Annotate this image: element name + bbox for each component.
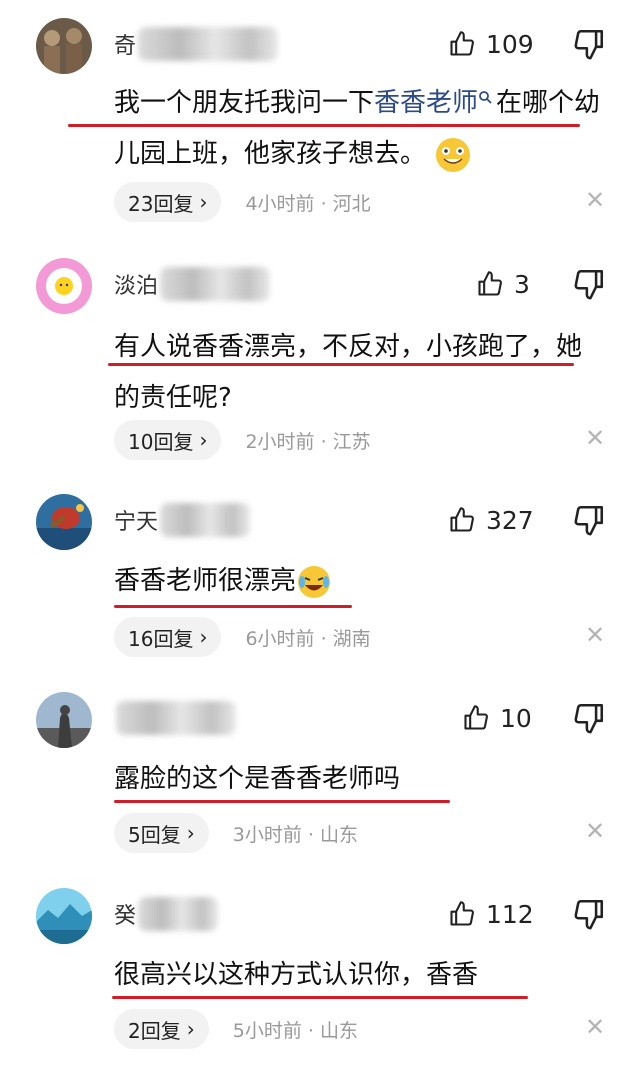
like-count: 112 (486, 899, 534, 929)
close-icon[interactable]: ✕ (583, 817, 607, 845)
thumbs-down-icon[interactable] (572, 701, 606, 735)
time-location: 5小时前 · 山东 (232, 1019, 358, 1042)
thumbs-down-icon[interactable] (572, 503, 606, 537)
username[interactable]: 宁天 (114, 504, 158, 536)
username[interactable]: 奇 (114, 28, 136, 60)
thumbs-up-icon (450, 507, 474, 532)
replies-button[interactable]: 16回复 › (114, 617, 222, 657)
chevron-right-icon: › (186, 1017, 195, 1041)
username[interactable]: 癸 (114, 898, 136, 930)
chevron-right-icon: › (199, 428, 208, 452)
grin-emoji-icon (436, 137, 471, 172)
blurred-username (160, 267, 271, 301)
underline-mark (68, 124, 580, 127)
like-button[interactable]: 3 (476, 264, 530, 304)
topic-link[interactable]: 香香老师 (374, 88, 478, 118)
like-button[interactable]: 10 (462, 698, 532, 738)
avatar[interactable] (36, 692, 92, 748)
close-icon[interactable]: ✕ (583, 621, 607, 649)
thumbs-down-icon[interactable] (572, 27, 606, 61)
comment-text: 我一个朋友托我问一下香香老师 在哪个幼儿园上班，他家孩子想去。 (114, 78, 604, 180)
time-location: 3小时前 · 山东 (232, 823, 358, 846)
avatar[interactable] (36, 258, 92, 314)
like-button[interactable]: 112 (448, 894, 534, 934)
underline-mark (112, 996, 528, 999)
username[interactable]: 淡泊 (114, 268, 158, 300)
time-location: 4小时前 · 河北 (245, 192, 371, 215)
blurred-username (160, 503, 251, 537)
thumbs-up-icon (464, 705, 488, 730)
avatar[interactable] (36, 18, 92, 74)
thumbs-down-icon[interactable] (572, 267, 606, 301)
like-button[interactable]: 327 (448, 500, 534, 540)
underline-mark (108, 363, 574, 366)
blurred-username (138, 897, 219, 931)
replies-button[interactable]: 23回复 › (114, 182, 222, 222)
time-location: 6小时前 · 湖南 (245, 627, 371, 650)
like-count: 10 (500, 703, 532, 733)
blurred-username (138, 27, 279, 61)
thumbs-up-icon (450, 901, 474, 926)
comment-text: 很高兴以这种方式认识你，香香 (114, 960, 479, 990)
laugh-cry-emoji-icon (298, 565, 331, 598)
avatar[interactable] (36, 494, 92, 550)
close-icon[interactable]: ✕ (583, 424, 607, 452)
comment-text: 有人说香香漂亮，不反对，小孩跑了，她的责任呢? (114, 332, 583, 413)
like-count: 3 (514, 269, 530, 299)
thumbs-up-icon (450, 31, 474, 56)
avatar[interactable] (36, 888, 92, 944)
underline-mark (114, 605, 352, 608)
search-icon (479, 91, 492, 104)
comment-text: 露脸的这个是香香老师吗 (114, 764, 401, 794)
like-count: 109 (486, 29, 534, 59)
close-icon[interactable]: ✕ (583, 1013, 607, 1041)
like-count: 327 (486, 505, 534, 535)
time-location: 2小时前 · 江苏 (245, 430, 371, 453)
blurred-username (116, 701, 236, 735)
underline-mark (114, 800, 450, 803)
close-icon[interactable]: ✕ (583, 186, 607, 214)
chevron-right-icon: › (199, 190, 208, 214)
like-button[interactable]: 109 (448, 24, 534, 64)
replies-button[interactable]: 5回复 › (114, 813, 209, 853)
replies-button[interactable]: 10回复 › (114, 420, 222, 460)
replies-button[interactable]: 2回复 › (114, 1009, 209, 1049)
chevron-right-icon: › (186, 821, 195, 845)
comment-text: 香香老师很漂亮 (114, 556, 604, 607)
chevron-right-icon: › (199, 625, 208, 649)
thumbs-up-icon (478, 271, 502, 296)
thumbs-down-icon[interactable] (572, 897, 606, 931)
